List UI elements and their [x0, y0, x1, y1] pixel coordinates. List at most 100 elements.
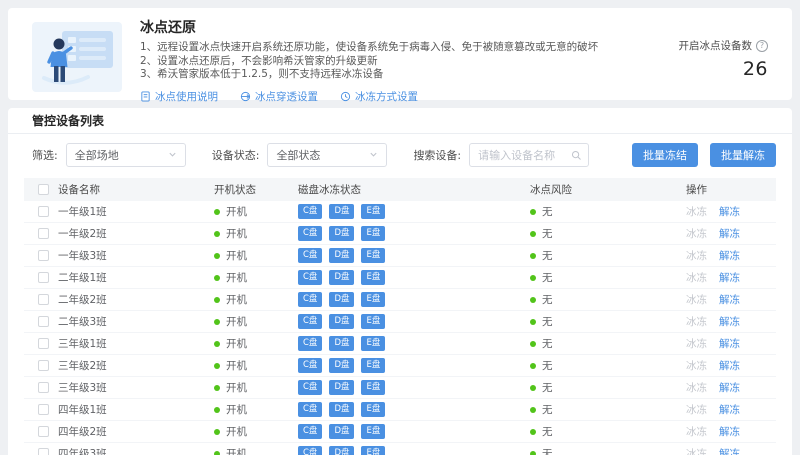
table-header-row: 设备名称 开机状态 磁盘冰冻状态 冰点风险 操作	[24, 178, 776, 201]
disk-badge[interactable]: E盘	[361, 270, 385, 285]
freeze-link[interactable]: 冰冻	[686, 358, 707, 373]
disk-badge[interactable]: E盘	[361, 248, 385, 263]
disk-badge[interactable]: C盘	[298, 358, 322, 373]
disk-badge[interactable]: D盘	[329, 446, 354, 455]
device-search-box[interactable]	[469, 143, 589, 167]
disk-badge[interactable]: D盘	[329, 292, 354, 307]
power-on-dot	[214, 451, 220, 455]
disk-badge[interactable]: C盘	[298, 248, 322, 263]
row-checkbox[interactable]	[38, 272, 49, 283]
device-name: 四年级1班	[58, 402, 214, 417]
disk-badge[interactable]: E盘	[361, 226, 385, 241]
freeze-link[interactable]: 冰冻	[686, 314, 707, 329]
freeze-link[interactable]: 冰冻	[686, 446, 707, 455]
freeze-link[interactable]: 冰冻	[686, 380, 707, 395]
disk-badge[interactable]: C盘	[298, 204, 322, 219]
search-filter-label: 搜索设备:	[413, 147, 461, 163]
disk-badge[interactable]: C盘	[298, 336, 322, 351]
disk-badge[interactable]: E盘	[361, 380, 385, 395]
device-name: 三年级3班	[58, 380, 214, 395]
unfreeze-link[interactable]: 解冻	[719, 248, 740, 263]
col-header-actions: 操作	[686, 182, 776, 197]
device-name: 四年级3班	[58, 446, 214, 455]
freeze-link[interactable]: 冰冻	[686, 270, 707, 285]
unfreeze-link[interactable]: 解冻	[719, 336, 740, 351]
disk-badge[interactable]: E盘	[361, 402, 385, 417]
disk-badge[interactable]: C盘	[298, 424, 322, 439]
row-checkbox[interactable]	[38, 316, 49, 327]
freeze-link[interactable]: 冰冻	[686, 402, 707, 417]
row-checkbox[interactable]	[38, 360, 49, 371]
table-row: 二年级3班 开机 C盘D盘E盘 无 冰冻 解冻	[24, 311, 776, 333]
disk-badge[interactable]: C盘	[298, 446, 322, 455]
row-checkbox[interactable]	[38, 228, 49, 239]
disk-badge[interactable]: D盘	[329, 380, 354, 395]
disk-badge[interactable]: E盘	[361, 314, 385, 329]
power-status-label: 开机	[226, 248, 247, 263]
unfreeze-link[interactable]: 解冻	[719, 380, 740, 395]
freeze-link[interactable]: 冰冻	[686, 424, 707, 439]
row-checkbox[interactable]	[38, 382, 49, 393]
freeze-link[interactable]: 冰冻	[686, 248, 707, 263]
disk-badge[interactable]: D盘	[329, 226, 354, 241]
disk-badge[interactable]: E盘	[361, 204, 385, 219]
row-checkbox[interactable]	[38, 448, 49, 455]
status-filter-select[interactable]: 全部状态	[267, 143, 387, 167]
row-checkbox[interactable]	[38, 250, 49, 261]
disk-badge[interactable]: D盘	[329, 204, 354, 219]
unfreeze-link[interactable]: 解冻	[719, 446, 740, 455]
search-icon[interactable]	[571, 146, 582, 165]
row-checkbox[interactable]	[38, 404, 49, 415]
batch-unfreeze-button[interactable]: 批量解冻	[710, 143, 776, 167]
unfreeze-link[interactable]: 解冻	[719, 358, 740, 373]
disk-badge[interactable]: D盘	[329, 248, 354, 263]
disk-badge[interactable]: C盘	[298, 226, 322, 241]
disk-badge[interactable]: C盘	[298, 402, 322, 417]
unfreeze-link[interactable]: 解冻	[719, 292, 740, 307]
power-on-dot	[214, 363, 220, 369]
unfreeze-link[interactable]: 解冻	[719, 270, 740, 285]
unfreeze-link[interactable]: 解冻	[719, 226, 740, 241]
disk-badge[interactable]: D盘	[329, 402, 354, 417]
freeze-usage-guide-link[interactable]: 冰点使用说明	[140, 89, 218, 104]
disk-badge[interactable]: E盘	[361, 358, 385, 373]
device-search-input[interactable]	[478, 149, 571, 162]
disk-badge[interactable]: D盘	[329, 424, 354, 439]
freeze-link[interactable]: 冰冻	[686, 292, 707, 307]
disk-badge[interactable]: D盘	[329, 314, 354, 329]
freeze-penetrate-settings-link[interactable]: 冰点穿透设置	[240, 89, 318, 104]
disk-badge[interactable]: C盘	[298, 380, 322, 395]
row-checkbox[interactable]	[38, 426, 49, 437]
unfreeze-link[interactable]: 解冻	[719, 424, 740, 439]
table-row: 一年级3班 开机 C盘D盘E盘 无 冰冻 解冻	[24, 245, 776, 267]
disk-badge[interactable]: E盘	[361, 424, 385, 439]
disk-badge[interactable]: E盘	[361, 336, 385, 351]
help-icon[interactable]: ?	[756, 40, 768, 52]
unfreeze-link[interactable]: 解冻	[719, 402, 740, 417]
disk-badge[interactable]: C盘	[298, 292, 322, 307]
disk-badge[interactable]: D盘	[329, 358, 354, 373]
disk-badge[interactable]: D盘	[329, 270, 354, 285]
freeze-link[interactable]: 冰冻	[686, 336, 707, 351]
disk-badges: C盘 D盘 E盘	[298, 446, 530, 455]
row-checkbox[interactable]	[38, 338, 49, 349]
disk-badge[interactable]: E盘	[361, 292, 385, 307]
risk-label: 无	[542, 380, 553, 395]
unfreeze-link[interactable]: 解冻	[719, 204, 740, 219]
unfreeze-link[interactable]: 解冻	[719, 314, 740, 329]
row-checkbox[interactable]	[38, 206, 49, 217]
intro-line-1: 1、远程设置冰点快速开启系统还原功能，使设备系统免于病毒入侵、免于被随意篡改或无…	[140, 41, 679, 55]
row-checkbox[interactable]	[38, 294, 49, 305]
disk-badge[interactable]: E盘	[361, 446, 385, 455]
disk-badge[interactable]: D盘	[329, 336, 354, 351]
power-on-dot	[214, 429, 220, 435]
freeze-link[interactable]: 冰冻	[686, 226, 707, 241]
risk-label: 无	[542, 314, 553, 329]
site-filter-select[interactable]: 全部场地	[66, 143, 186, 167]
disk-badge[interactable]: C盘	[298, 314, 322, 329]
batch-freeze-button[interactable]: 批量冻结	[632, 143, 698, 167]
disk-badge[interactable]: C盘	[298, 270, 322, 285]
select-all-checkbox[interactable]	[38, 184, 49, 195]
freeze-mode-settings-link[interactable]: 冰冻方式设置	[340, 89, 418, 104]
freeze-link[interactable]: 冰冻	[686, 204, 707, 219]
